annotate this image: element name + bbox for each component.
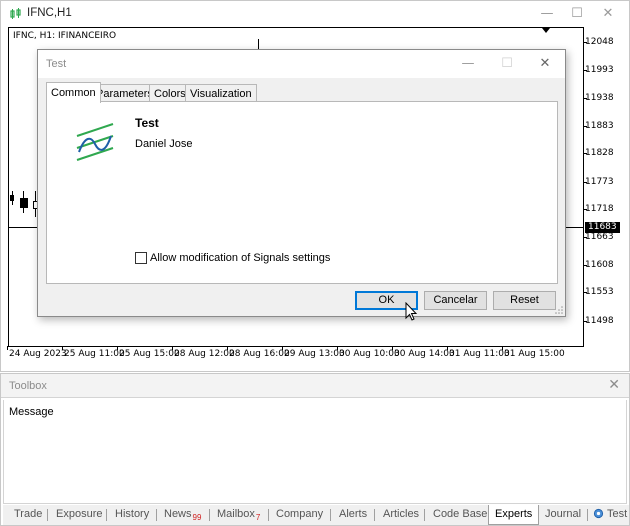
tab-company[interactable]: Company [276,507,323,523]
tab-test[interactable]: Test [593,507,627,523]
expert-advisor-icon [76,123,114,161]
tab-visualization[interactable]: Visualization [185,84,257,102]
tab-separator [330,509,331,521]
toolbox-message-list[interactable] [3,400,627,504]
dialog-title: Test [46,58,67,70]
tab-separator [587,509,588,521]
tab-alerts[interactable]: Alerts [339,507,367,523]
expert-author: Daniel Jose [135,138,193,150]
tab-parameters[interactable]: Parameters [91,84,158,102]
price-tick: 12048 [583,37,614,47]
mouse-cursor-icon [405,302,418,321]
tab-separator [268,509,269,521]
common-tab-panel: Test Daniel Jose Allow modification of S… [46,101,558,284]
price-tick: 11553 [583,287,614,297]
toolbox-title: Toolbox [9,380,47,392]
tab-articles[interactable]: Articles [383,507,419,523]
tab-separator [209,509,210,521]
time-tick: 28 Aug 12:00 [172,346,235,359]
tab-trade[interactable]: Trade [14,507,42,523]
price-tick: 11663 [583,232,614,242]
price-tick: 11993 [583,65,614,75]
toolbox-header: Toolbox ✕ [1,374,629,398]
tab-history[interactable]: History [115,507,149,523]
dialog-minimize-button[interactable]: — [459,55,477,73]
cancel-button[interactable]: Cancelar [424,291,487,310]
chart-titlebar: IFNC,H1 — ☐ ✕ [1,1,629,27]
price-tick: 11498 [583,316,614,326]
candle [10,195,14,201]
price-tick: 11828 [583,148,614,158]
time-tick: 29 Aug 13:00 [282,346,345,359]
tab-mailbox[interactable]: Mailbox7 [217,507,260,523]
dialog-titlebar[interactable]: Test — ☐ ✕ [38,50,565,78]
toolbox-panel: Toolbox ✕ Message Trade Exposure History… [0,373,630,526]
mailbox-count-badge: 7 [255,513,261,522]
allow-signals-checkbox[interactable] [135,252,147,264]
tab-mailbox-label: Mailbox [217,508,255,520]
test-dialog: Test — ☐ ✕ Common Parameters Colors Visu… [37,49,566,317]
price-tick: 11773 [583,177,614,187]
toolbox-tabs: Trade Exposure History News99 Mailbox7 C… [3,505,629,525]
tab-separator [47,509,48,521]
time-tick: 30 Aug 14:00 [392,346,455,359]
expert-name: Test [135,116,159,130]
tab-experts[interactable]: Experts [488,505,540,525]
news-count-badge: 99 [192,513,202,522]
chart-symbol-label: IFNC, H1: IFINANCEIRO [13,31,117,41]
dialog-maximize-button: ☐ [501,56,513,71]
reset-button[interactable]: Reset [493,291,556,310]
tab-news-label: News [164,508,192,520]
tab-exposure[interactable]: Exposure [56,507,102,523]
time-tick: 25 Aug 11:00 [62,346,125,359]
tab-code-base[interactable]: Code Base [433,507,487,523]
candle [20,198,28,208]
allow-signals-label[interactable]: Allow modification of Signals settings [150,252,330,264]
gear-icon [593,508,604,519]
tab-news[interactable]: News99 [164,507,201,523]
chart-close-button[interactable]: ✕ [600,6,616,22]
time-tick: 31 Aug 15:00 [502,346,565,359]
time-tick: 25 Aug 15:00 [117,346,180,359]
chart-minimize-button[interactable]: — [539,6,555,22]
time-tick: 24 Aug 2023 [7,346,67,359]
tab-separator [156,509,157,521]
tab-common[interactable]: Common [46,82,101,103]
time-tick: 31 Aug 11:00 [447,346,510,359]
time-tick: 28 Aug 16:00 [227,346,290,359]
time-tick: 30 Aug 10:00 [337,346,400,359]
tab-separator [106,509,107,521]
resize-grip-icon[interactable] [555,306,563,314]
dialog-close-button[interactable]: ✕ [536,55,554,73]
tab-test-label: Test [607,508,628,520]
tab-separator [424,509,425,521]
price-tick: 11608 [583,260,614,270]
tab-separator [374,509,375,521]
tab-journal[interactable]: Journal [545,507,581,523]
toolbox-close-button[interactable]: ✕ [608,377,620,393]
price-tick: 11883 [583,121,614,131]
price-tick: 11718 [583,204,614,214]
price-tick: 11938 [583,93,614,103]
chart-shift-marker[interactable] [542,28,550,33]
time-axis[interactable]: 24 Aug 2023 25 Aug 11:00 25 Aug 15:00 28… [7,346,585,363]
chart-title: IFNC,H1 [27,7,72,19]
price-axis[interactable]: 12048 11993 11938 11883 11828 11773 1171… [583,27,629,347]
message-column-header[interactable]: Message [9,406,54,418]
current-price-label: 11683 [585,222,620,233]
chart-maximize-button[interactable]: ☐ [569,6,585,22]
chart-icon [10,8,21,19]
